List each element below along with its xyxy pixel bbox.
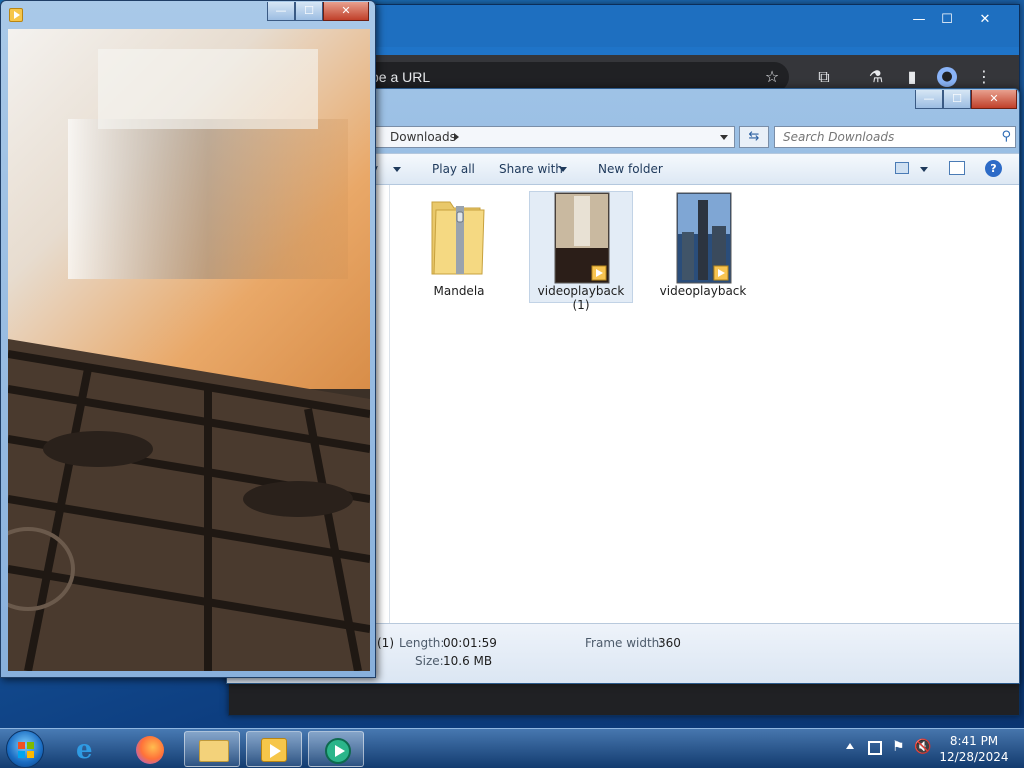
- firefox-button[interactable]: [122, 731, 178, 767]
- chrome-minimize-button[interactable]: —: [905, 11, 933, 29]
- length-value: 00:01:59: [443, 636, 497, 650]
- file-item-mandela[interactable]: Mandela: [407, 191, 511, 303]
- size-value: 10.6 MB: [443, 654, 493, 668]
- change-view-icon[interactable]: [895, 162, 909, 174]
- clock-time[interactable]: 8:41 PM: [934, 734, 1014, 748]
- video-thumbnail-icon: [676, 192, 732, 284]
- player-maximize-button[interactable]: ☐: [295, 2, 323, 21]
- file-name: Mandela: [433, 284, 485, 298]
- internet-explorer-button[interactable]: e: [62, 731, 118, 767]
- breadcrumb-arrow-icon[interactable]: [454, 133, 459, 141]
- file-name: videoplayback (1): [537, 284, 625, 312]
- help-icon[interactable]: ?: [985, 160, 1002, 177]
- chrome-close-button[interactable]: ✕: [971, 11, 999, 29]
- file-item-videoplayback[interactable]: videoplayback: [651, 191, 755, 303]
- explorer-close-button[interactable]: ✕: [971, 90, 1017, 109]
- frame-width-label: Frame width:: [585, 636, 664, 650]
- network-icon[interactable]: [868, 741, 882, 755]
- player-close-button[interactable]: ✕: [323, 2, 369, 21]
- size-label: Size:: [415, 654, 444, 668]
- breadcrumb-downloads[interactable]: Downloads: [390, 130, 456, 144]
- windows-logo-icon: [18, 742, 34, 758]
- windows-explorer-button[interactable]: [184, 731, 240, 767]
- zip-folder-icon: [431, 201, 485, 275]
- frame-width-value: 360: [658, 636, 681, 650]
- explorer-maximize-button[interactable]: ☐: [943, 90, 971, 109]
- taskbar: e ⚑ 🔇 8:41 PM 12/28/2024: [0, 728, 1024, 768]
- media-player-button[interactable]: [246, 731, 302, 767]
- extensions-icon[interactable]: ⧉: [813, 67, 835, 87]
- search-input[interactable]: [775, 127, 995, 147]
- app-green-button[interactable]: [308, 731, 364, 767]
- start-button[interactable]: [6, 730, 44, 768]
- side-panel-icon[interactable]: ▮: [901, 67, 923, 87]
- share-dropdown-icon[interactable]: [559, 167, 567, 172]
- media-player-window: — ☐ ✕: [0, 0, 376, 678]
- details-name-fragment: (1): [377, 636, 394, 650]
- video-frame[interactable]: [8, 29, 370, 671]
- media-player-icon: [261, 738, 287, 762]
- file-name: videoplayback: [659, 284, 747, 298]
- view-dropdown-icon[interactable]: [920, 167, 928, 172]
- explorer-minimize-button[interactable]: —: [915, 90, 943, 109]
- action-center-flag-icon[interactable]: ⚑: [892, 739, 905, 755]
- organize-dropdown-icon[interactable]: [393, 167, 401, 172]
- volume-muted-icon[interactable]: 🔇: [914, 739, 931, 755]
- search-box[interactable]: ⚲: [774, 126, 1016, 148]
- video-frame-image: [8, 29, 370, 671]
- breadcrumb[interactable]: Downloads: [357, 126, 735, 148]
- profile-icon[interactable]: ●: [937, 67, 957, 87]
- app-green-icon: [325, 738, 351, 764]
- internet-explorer-icon: e: [76, 735, 93, 765]
- chrome-maximize-button[interactable]: ☐: [933, 11, 961, 29]
- menu-icon[interactable]: ⋮: [973, 67, 995, 87]
- share-with-button[interactable]: Share with: [499, 162, 563, 176]
- star-icon[interactable]: ☆: [761, 67, 783, 87]
- folder-icon: [199, 740, 229, 762]
- media-player-app-icon: [9, 8, 23, 22]
- chevron-down-icon[interactable]: [720, 135, 728, 140]
- video-thumbnail-icon: [554, 192, 610, 284]
- clock-date[interactable]: 12/28/2024: [934, 750, 1014, 764]
- omnibox-placeholder: pe a URL: [371, 69, 431, 85]
- show-hidden-icons-icon[interactable]: [846, 743, 854, 749]
- refresh-button[interactable]: ⇆: [739, 126, 769, 148]
- player-minimize-button[interactable]: —: [267, 2, 295, 21]
- preview-pane-icon[interactable]: [949, 161, 965, 175]
- firefox-icon: [136, 736, 164, 764]
- file-item-videoplayback-1[interactable]: videoplayback (1): [529, 191, 633, 312]
- length-label: Length:: [399, 636, 445, 650]
- new-folder-button[interactable]: New folder: [598, 162, 663, 176]
- play-all-button[interactable]: Play all: [432, 162, 475, 176]
- search-icon[interactable]: ⚲: [1001, 129, 1011, 144]
- labs-icon[interactable]: ⚗: [865, 67, 887, 87]
